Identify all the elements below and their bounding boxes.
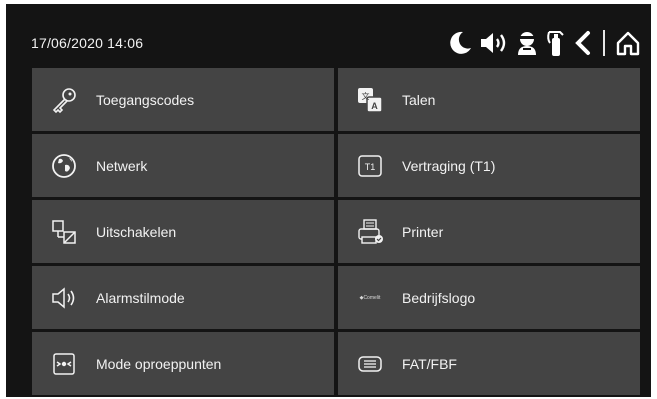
globe-icon <box>46 148 82 184</box>
menu-item-label: Vertraging (T1) <box>402 157 496 174</box>
separator <box>603 30 605 56</box>
menu-item-alarmstilmode[interactable]: Alarmstilmode <box>32 266 334 329</box>
extinguisher-icon[interactable] <box>545 29 567 57</box>
back-icon[interactable] <box>573 30 593 56</box>
datetime: 17/06/2020 14:06 <box>31 35 144 51</box>
menu-item-bedrijfslogo[interactable]: ◆Comelit Bedrijfslogo <box>338 266 640 329</box>
svg-text:T1: T1 <box>365 162 376 172</box>
callpoint-icon <box>46 346 82 382</box>
menu-item-vertraging[interactable]: T1 Vertraging (T1) <box>338 134 640 197</box>
menu-item-netwerk[interactable]: Netwerk <box>32 134 334 197</box>
menu-item-label: Alarmstilmode <box>96 289 185 306</box>
disable-icon <box>46 214 82 250</box>
menu-item-label: Talen <box>402 91 436 108</box>
menu-item-label: Mode oproeppunten <box>96 355 222 372</box>
key-icon <box>46 82 82 118</box>
menu-item-uitschakelen[interactable]: Uitschakelen <box>32 200 334 263</box>
company-logo-icon: ◆Comelit <box>352 280 388 316</box>
menu-item-printer[interactable]: Printer <box>338 200 640 263</box>
svg-text:文: 文 <box>362 91 370 101</box>
speaker-mute-icon <box>46 280 82 316</box>
menu-item-label: FAT/FBF <box>402 355 457 372</box>
menu-item-label: Printer <box>402 223 444 240</box>
fat-fbf-icon <box>352 346 388 382</box>
menu-item-label: Netwerk <box>96 157 148 174</box>
menu-item-toegangscodes[interactable]: Toegangscodes <box>32 68 334 131</box>
menu-item-talen[interactable]: 文 A Talen <box>338 68 640 131</box>
menu-item-label: Uitschakelen <box>96 223 177 240</box>
t1-icon: T1 <box>352 148 388 184</box>
translate-icon: 文 A <box>352 82 388 118</box>
header-bar: 17/06/2020 14:06 <box>6 4 651 76</box>
moon-icon[interactable] <box>447 30 473 56</box>
settings-menu: Toegangscodes 文 A Talen Netwerk T1 Vertr… <box>32 68 644 395</box>
home-icon[interactable] <box>615 30 641 56</box>
head-icon[interactable] <box>515 30 539 56</box>
panel-screen: 17/06/2020 14:06 Toegangscodes 文 A Talen… <box>6 4 651 397</box>
menu-item-label: Bedrijfslogo <box>402 289 476 306</box>
printer-icon <box>352 214 388 250</box>
company-logo-text: ◆Comelit <box>359 294 381 301</box>
menu-item-mode-oproeppunten[interactable]: Mode oproeppunten <box>32 332 334 395</box>
menu-item-fat-fbf[interactable]: FAT/FBF <box>338 332 640 395</box>
status-icons <box>447 25 641 61</box>
svg-text:A: A <box>371 101 378 111</box>
menu-item-label: Toegangscodes <box>96 91 195 108</box>
speaker-icon[interactable] <box>479 30 509 56</box>
